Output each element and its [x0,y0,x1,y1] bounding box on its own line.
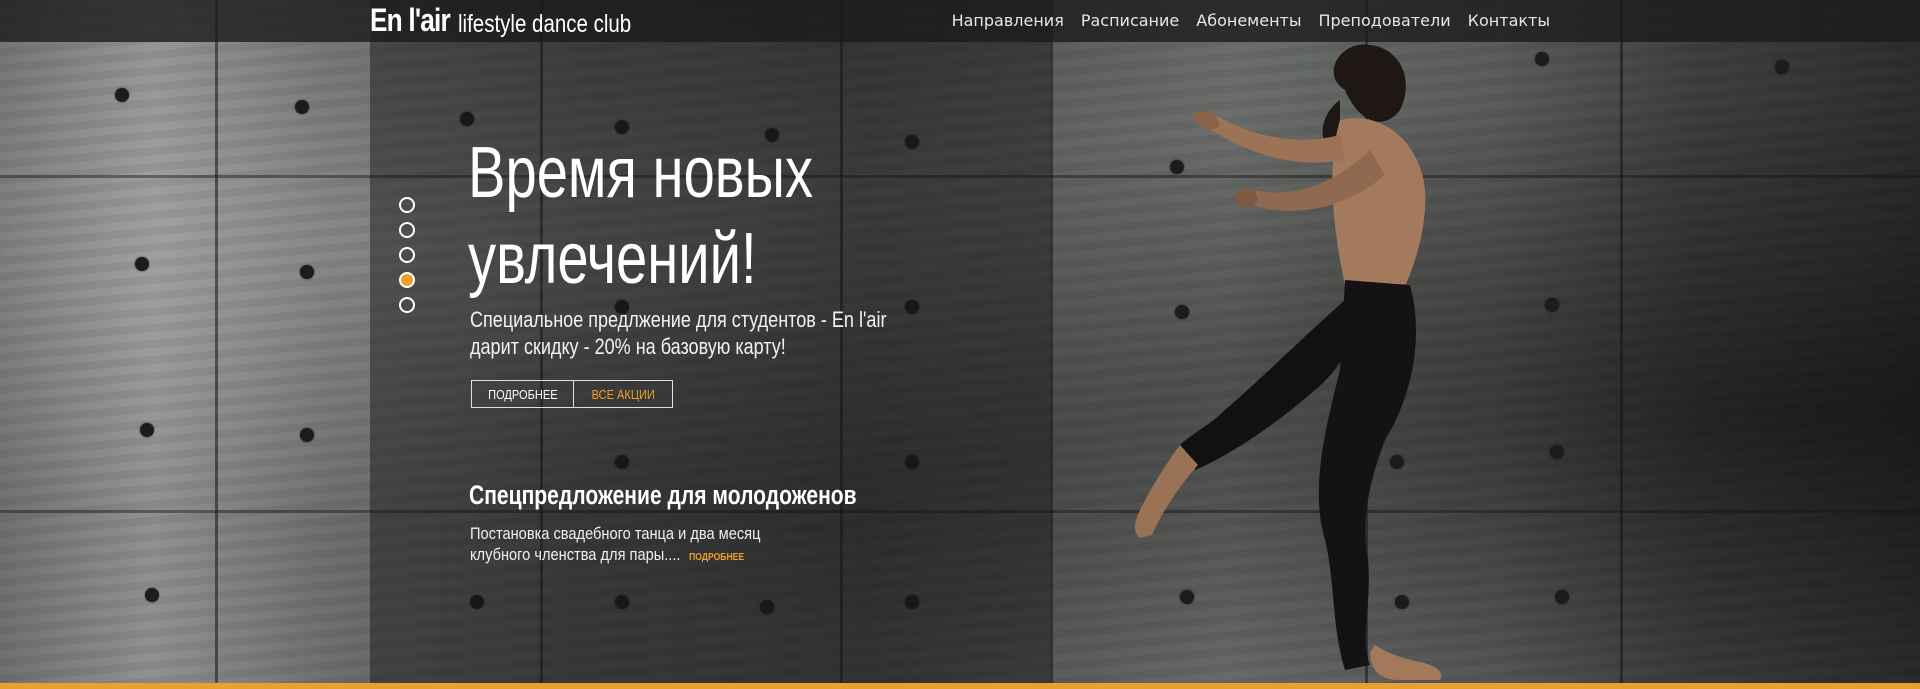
slider-dot-4-active[interactable] [399,272,415,288]
hero-title-line-1: Время новых [468,133,814,213]
hero-title-line-2: увлечений! [468,219,757,299]
offer-title: Спецпредложение для молодоженов [469,480,857,510]
slider-dot-5[interactable] [399,297,415,313]
main-nav: Направления Расписание Абонементы Препод… [952,11,1550,30]
more-button[interactable]: ПОДРОБНЕЕ [471,380,574,408]
offer-more-link[interactable]: ПОДРОБНЕЕ [689,552,744,563]
brand-logo[interactable]: En l'air lifestyle dance club [370,2,631,39]
hero-title: Время новых увлечений! [468,130,813,302]
hero-buttons: ПОДРОБНЕЕ ВСЕ АКЦИИ [471,380,673,408]
brand-name: En l'air [370,2,451,38]
nav-item-memberships[interactable]: Абонементы [1196,11,1301,30]
slider-dot-3[interactable] [399,247,415,263]
slider-dot-1[interactable] [399,197,415,213]
hero-subtitle: Специальное предлжение для студентов - E… [470,307,887,359]
offer-text: Постановка свадебного танца и два месяц … [470,523,797,568]
accent-bottom-bar [0,683,1920,689]
top-navigation-bar: En l'air lifestyle dance club Направлени… [0,0,1920,42]
nav-item-schedule[interactable]: Расписание [1081,11,1179,30]
brand-tagline: lifestyle dance club [458,10,632,38]
slider-dot-2[interactable] [399,222,415,238]
slider-pagination [399,197,415,322]
all-promos-button[interactable]: ВСЕ АКЦИИ [574,380,673,408]
nav-item-directions[interactable]: Направления [952,11,1064,30]
nav-item-contacts[interactable]: Контакты [1468,11,1550,30]
hero-background-photo [0,0,1920,689]
dancer-photo [1135,44,1442,680]
nav-item-teachers[interactable]: Преподователи [1318,11,1450,30]
